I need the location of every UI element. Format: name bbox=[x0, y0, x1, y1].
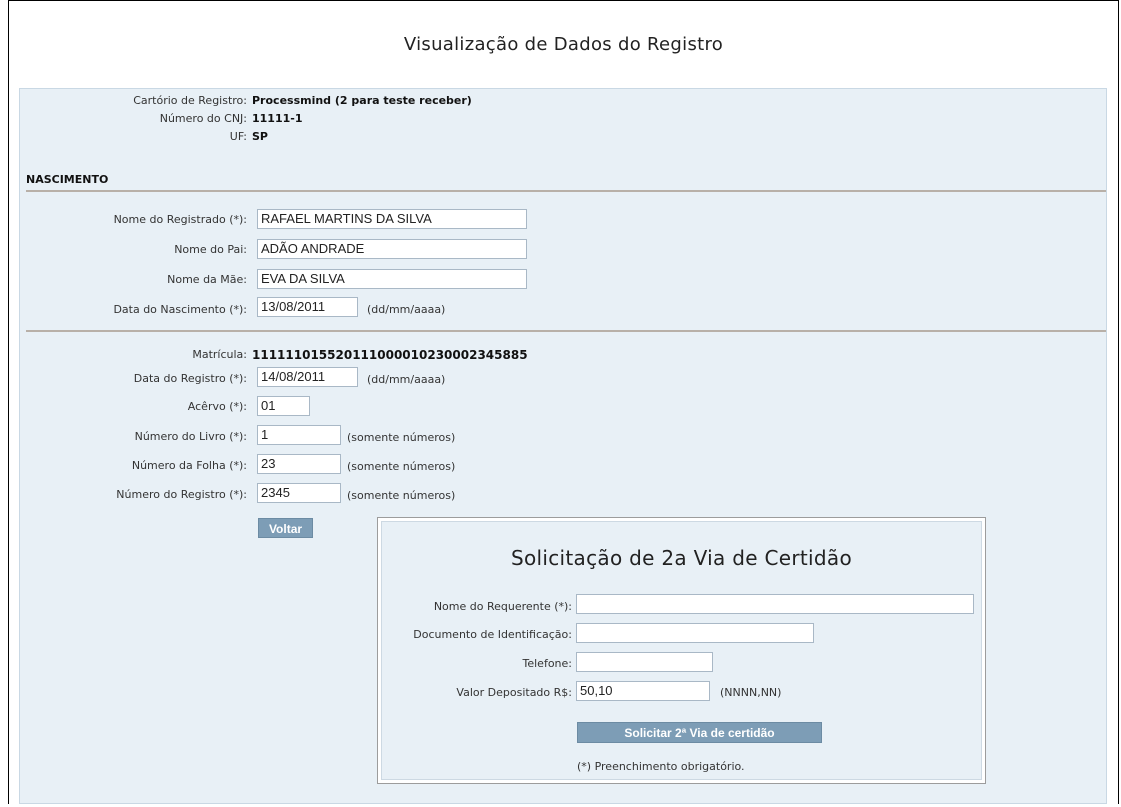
cnj-label: Número do CNJ: bbox=[159, 112, 247, 125]
nome-registrado-input[interactable]: RAFAEL MARTINS DA SILVA bbox=[257, 209, 527, 229]
valor-input[interactable]: 50,10 bbox=[576, 681, 710, 701]
valor-hint: (NNNN,NN) bbox=[720, 686, 782, 699]
solicitar-button[interactable]: Solicitar 2ª Via de certidão bbox=[577, 722, 822, 743]
data-nascimento-label: Data do Nascimento (*): bbox=[113, 303, 247, 316]
nome-mae-label: Nome da Mãe: bbox=[167, 273, 247, 286]
page-title: Visualização de Dados do Registro bbox=[403, 34, 724, 55]
row-telefone: Telefone: bbox=[381, 655, 573, 673]
uf-value: SP bbox=[252, 130, 268, 143]
documento-input[interactable] bbox=[576, 623, 814, 643]
acervo-label: Acêrvo (*): bbox=[187, 400, 247, 413]
section-title: NASCIMENTO bbox=[26, 173, 109, 186]
data-nascimento-hint: (dd/mm/aaaa) bbox=[367, 303, 446, 316]
voltar-button[interactable]: Voltar bbox=[258, 518, 313, 538]
telefone-label: Telefone: bbox=[522, 657, 573, 670]
request-title: Solicitação de 2a Via de Certidão bbox=[511, 546, 852, 570]
numero-livro-label: Número do Livro (*): bbox=[134, 430, 247, 443]
cnj-value: 11111-1 bbox=[252, 112, 303, 125]
documento-label: Documento de Identificação: bbox=[413, 628, 572, 641]
uf-label: UF: bbox=[229, 130, 247, 143]
numero-livro-hint: (somente números) bbox=[347, 431, 456, 444]
data-registro-input[interactable]: 14/08/2011 bbox=[257, 367, 358, 387]
matricula-value: 111111015520111000010230002345885 bbox=[252, 348, 528, 362]
row-documento: Documento de Identificação: bbox=[381, 626, 572, 644]
matricula-label: Matrícula: bbox=[192, 348, 247, 361]
cartorio-value: Processmind (2 para teste receber) bbox=[252, 94, 472, 107]
numero-folha-input[interactable]: 23 bbox=[257, 454, 341, 474]
numero-registro-input[interactable]: 2345 bbox=[257, 483, 341, 503]
telefone-input[interactable] bbox=[576, 652, 713, 672]
numero-folha-label: Número da Folha (*): bbox=[131, 459, 247, 472]
section-divider bbox=[26, 190, 1106, 192]
nome-pai-input[interactable]: ADÃO ANDRADE bbox=[257, 239, 527, 259]
row-nome-requerente: Nome do Requerente (*): bbox=[381, 598, 572, 616]
valor-label: Valor Depositado R$: bbox=[456, 686, 572, 699]
nome-mae-input[interactable]: EVA DA SILVA bbox=[257, 269, 527, 289]
registro-divider bbox=[26, 330, 1106, 332]
row-valor: Valor Depositado R$: bbox=[381, 684, 572, 702]
data-nascimento-input[interactable]: 13/08/2011 bbox=[257, 297, 358, 317]
data-registro-hint: (dd/mm/aaaa) bbox=[367, 373, 446, 386]
data-registro-label: Data do Registro (*): bbox=[133, 372, 247, 385]
required-note: (*) Preenchimento obrigatório. bbox=[577, 760, 745, 773]
nome-requerente-label: Nome do Requerente (*): bbox=[433, 600, 572, 613]
acervo-input[interactable]: 01 bbox=[257, 396, 310, 416]
numero-folha-hint: (somente números) bbox=[347, 460, 456, 473]
nome-registrado-label: Nome do Registrado (*): bbox=[113, 213, 247, 226]
cartorio-label: Cartório de Registro: bbox=[133, 94, 247, 107]
nome-requerente-input[interactable] bbox=[576, 594, 974, 614]
nome-pai-label: Nome do Pai: bbox=[174, 243, 247, 256]
numero-livro-input[interactable]: 1 bbox=[257, 425, 341, 445]
numero-registro-hint: (somente números) bbox=[347, 489, 456, 502]
numero-registro-label: Número do Registro (*): bbox=[116, 488, 247, 501]
